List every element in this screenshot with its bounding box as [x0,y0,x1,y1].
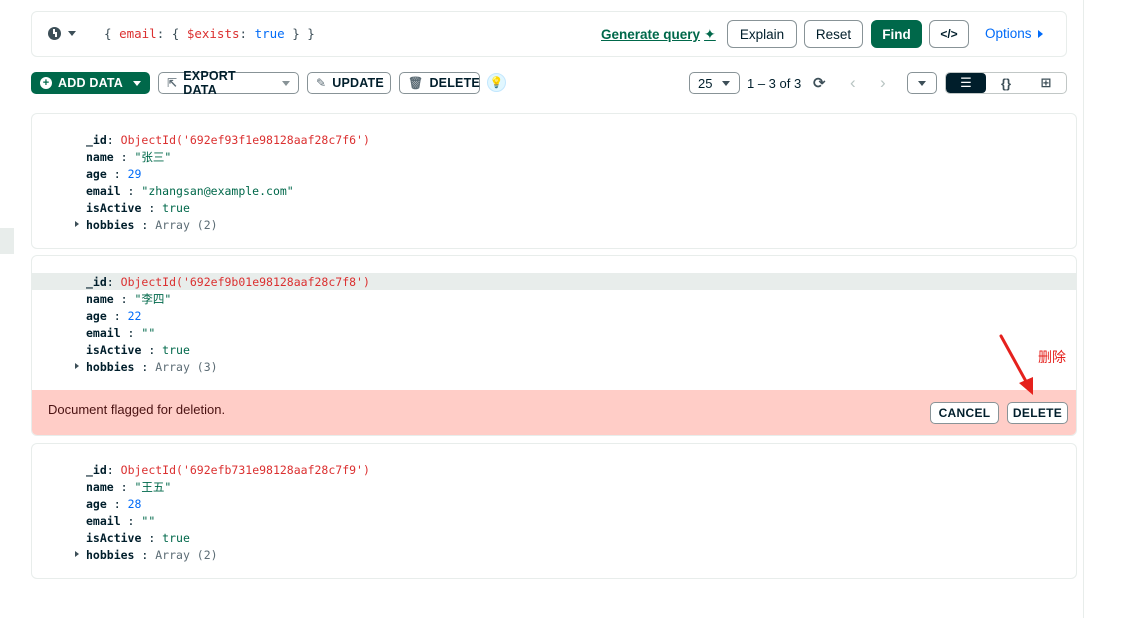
view-options-select[interactable] [907,72,937,94]
delete-button[interactable]: 🗑 DELETE [399,72,480,94]
field-isactive: isActive : true [86,342,190,357]
export-icon: ⇱ [167,76,178,90]
table-view-button[interactable]: ⊞ [1026,73,1066,93]
field-email: email : "" [86,513,156,528]
add-data-button[interactable]: + ADD DATA [31,72,150,94]
find-button[interactable]: Find [871,20,922,48]
field-email: email : "zhangsan@example.com" [86,183,294,198]
field-id: _id: ObjectId('692efb731e98128aaf28c7f9'… [86,462,370,477]
cancel-delete-button[interactable]: CANCEL [930,402,999,424]
field-hobbies[interactable]: hobbies : Array (2) [86,546,218,563]
field-id: _id: ObjectId('692ef9b01e98128aaf28c7f8'… [86,274,370,289]
field-hobbies[interactable]: hobbies : Array (2) [86,216,218,233]
page-size-select[interactable]: 25 [689,72,740,94]
query-history-button[interactable] [48,27,76,40]
next-page-icon[interactable]: › [880,73,886,93]
clock-icon [48,27,61,40]
field-email: email : "" [86,325,156,340]
field-name: name : "李四" [86,291,172,306]
field-name: name : "王五" [86,479,172,494]
query-bar: { email: { $exists: true } } Generate qu… [31,11,1067,57]
caret-right-icon [1037,29,1043,38]
deletion-banner: Document flagged for deletion. CANCEL DE… [32,390,1076,435]
trash-icon: 🗑 [408,76,424,90]
list-view-button[interactable]: ☰ [946,73,986,93]
refresh-icon[interactable]: ⟳ [813,74,826,92]
chevron-down-icon [133,80,141,86]
field-isactive: isActive : true [86,530,190,545]
chevron-down-icon [68,31,76,36]
chevron-down-icon [282,80,290,86]
view-toggle-group: ☰ {} ⊞ [945,72,1067,94]
code-export-button[interactable]: </> [929,20,969,48]
left-panel-edge [0,228,14,254]
field-age: age : 28 [86,496,142,511]
annotation-label: 删除 [1038,349,1066,365]
field-age: age : 22 [86,308,142,323]
expand-caret-icon[interactable] [75,551,79,557]
sparkle-icon: ✦ [704,26,716,42]
confirm-delete-button[interactable]: DELETE [1007,402,1068,424]
filter-input[interactable]: { email: { $exists: true } } [104,26,315,41]
annotation-arrow-icon [999,334,1033,395]
export-data-button[interactable]: ⇱ EXPORT DATA [158,69,299,97]
expand-caret-icon[interactable] [75,221,79,227]
generate-query-link[interactable]: Generate query ✦ [601,26,716,43]
field-hobbies[interactable]: hobbies : Array (3) [86,358,218,375]
reset-button[interactable]: Reset [804,20,863,48]
pagination-range: 1 – 3 of 3 [747,76,802,91]
update-button[interactable]: ✎ UPDATE [307,72,391,94]
plus-circle-icon: + [40,77,52,89]
explain-button[interactable]: Explain [727,20,797,48]
document-card-flagged[interactable]: _id: ObjectId('692ef9b01e98128aaf28c7f8'… [31,255,1077,436]
field-isactive: isActive : true [86,200,190,215]
options-toggle[interactable]: Options [985,26,1043,41]
previous-page-icon[interactable]: ‹ [850,73,856,93]
chevron-down-icon [918,80,926,86]
deletion-message: Document flagged for deletion. [48,402,226,417]
json-view-button[interactable]: {} [986,73,1026,93]
field-age: age : 29 [86,166,142,181]
expand-caret-icon[interactable] [75,363,79,369]
field-name: name : "张三" [86,149,172,164]
right-panel-divider [1083,0,1084,618]
document-card[interactable]: _id: ObjectId('692efb731e98128aaf28c7f9'… [31,443,1077,579]
field-id: _id: ObjectId('692ef93f1e98128aaf28c7f6'… [86,132,370,147]
lightbulb-icon[interactable]: 💡 [487,73,506,92]
pencil-icon: ✎ [316,76,327,90]
document-card[interactable]: _id: ObjectId('692ef93f1e98128aaf28c7f6'… [31,113,1077,249]
chevron-down-icon [722,80,731,86]
